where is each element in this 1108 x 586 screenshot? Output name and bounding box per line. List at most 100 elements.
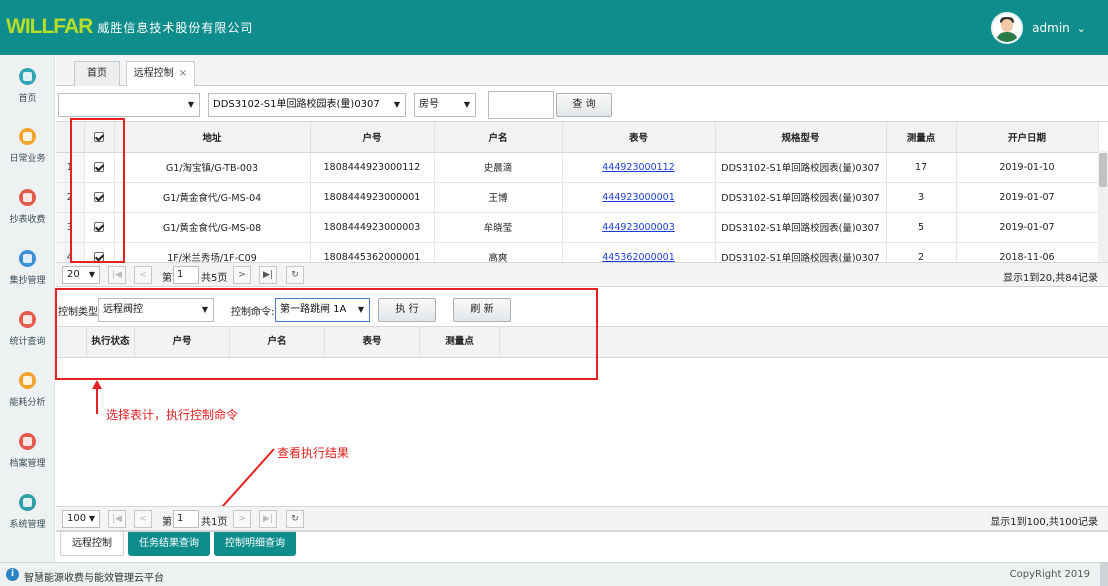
cell-point: 5 xyxy=(886,212,957,243)
cell-point: 17 xyxy=(886,152,957,183)
cell-point: 3 xyxy=(886,182,957,213)
archive-icon xyxy=(19,433,36,450)
cell-name: 高爽 xyxy=(434,242,563,262)
sidebar-item-label: 档案管理 xyxy=(9,459,46,469)
cell-point: 2 xyxy=(886,242,957,262)
sidebar-item-label: 统计查询 xyxy=(9,337,46,347)
sidebar-item-label: 抄表收费 xyxy=(9,215,46,225)
table-header-row: 地址 户号 户名 表号 规格型号 测量点 开户日期 xyxy=(56,122,1099,153)
page-input[interactable]: 1 xyxy=(173,266,199,284)
sidebar-item-4[interactable]: 统计查询 xyxy=(0,311,55,347)
home-icon xyxy=(19,68,36,85)
company-logo: WILLFAR 威胜信息技术股份有限公司 xyxy=(6,15,253,39)
chevron-down-icon[interactable]: ⌄ xyxy=(1077,22,1086,35)
info-icon: i xyxy=(6,568,19,581)
page-total: 共1页 xyxy=(201,517,228,528)
footer: i 智慧能源收费与能效管理云平台 CopyRight 2019 xyxy=(0,562,1108,586)
scrollbar-thumb[interactable] xyxy=(1099,153,1107,187)
cell-account: 1808444923000001 xyxy=(310,182,435,213)
sidebar-item-0[interactable]: 首页 xyxy=(0,68,55,104)
tab-control-detail-query[interactable]: 控制明细查询 xyxy=(214,532,296,556)
query-input[interactable] xyxy=(488,91,554,119)
arrow-head-icon xyxy=(92,380,102,389)
next-page-icon[interactable]: > xyxy=(233,510,251,528)
sidebar-item-2[interactable]: 抄表收费 xyxy=(0,189,55,225)
meter-link[interactable]: 445362000001 xyxy=(602,252,675,263)
bottom-tabs: 远程控制 任务结果查询 控制明细查询 xyxy=(56,531,1108,556)
cell-name: 牟晓莹 xyxy=(434,212,563,243)
last-page-icon[interactable]: ▶| xyxy=(259,266,277,284)
col-open-date[interactable]: 开户日期 xyxy=(956,122,1099,153)
meter-model-select[interactable]: DDS3102-S1单回路校园表(量)0307 ▼ xyxy=(208,93,406,117)
energy-icon xyxy=(19,372,36,389)
table-row[interactable]: 3 G1/黄金食代/G-MS-08 1808444923000003 牟晓莹 44492… xyxy=(56,212,1099,243)
meter-table: 地址 户号 户名 表号 规格型号 测量点 开户日期 1 G1/淘宝镇/G-TB-0… xyxy=(56,121,1108,262)
page-scrollbar[interactable] xyxy=(1100,562,1108,586)
table-row[interactable]: 2 G1/黄金食代/G-MS-04 1808444923000001 王博 444923… xyxy=(56,182,1099,213)
meter-link[interactable]: 444923000003 xyxy=(602,222,675,233)
col-name[interactable]: 户名 xyxy=(434,122,563,153)
meter-link[interactable]: 444923000112 xyxy=(602,162,675,173)
query-button[interactable]: 查 询 xyxy=(556,93,612,117)
page-size-select[interactable]: 20 ▼ xyxy=(62,266,100,284)
statistics-icon xyxy=(19,311,36,328)
record-count: 显示1到100,共100记录 xyxy=(990,517,1098,528)
col-point[interactable]: 测量点 xyxy=(886,122,957,153)
field-select[interactable]: 房号 ▼ xyxy=(414,93,476,117)
last-page-icon[interactable]: ▶| xyxy=(259,510,277,528)
cell-address: G1/黄金食代/G-MS-04 xyxy=(114,182,311,213)
caret-down-icon: ▼ xyxy=(393,100,400,109)
cell-model: DDS3102-S1单回路校园表(量)0307 xyxy=(715,212,887,243)
next-page-icon[interactable]: > xyxy=(233,266,251,284)
sidebar-item-6[interactable]: 档案管理 xyxy=(0,433,55,469)
refresh-icon[interactable]: ↻ xyxy=(286,266,304,284)
top-header: WILLFAR 威胜信息技术股份有限公司 admin ⌄ xyxy=(0,0,1108,55)
prev-page-icon[interactable]: < xyxy=(134,510,152,528)
col-meter[interactable]: 表号 xyxy=(562,122,716,153)
pager-top: 20 ▼ |◀ < 第 1 共5页 > ▶| ↻ 显示1到20,共84记录 xyxy=(56,262,1108,287)
cell-model: DDS3102-S1单回路校园表(量)0307 xyxy=(715,242,887,262)
cell-account: 1808444923000003 xyxy=(310,212,435,243)
table-row[interactable]: 1 G1/淘宝镇/G-TB-003 1808444923000112 史晨滴 44492… xyxy=(56,152,1099,183)
table-row[interactable]: 4 1F/米兰秀场/1F-C09 1808445362000001 高爽 4453620… xyxy=(56,242,1099,263)
first-page-icon[interactable]: |◀ xyxy=(108,510,126,528)
cell-address: G1/淘宝镇/G-TB-003 xyxy=(114,152,311,183)
annotation-note-result: 查看执行结果 xyxy=(277,446,350,460)
sidebar-item-5[interactable]: 能耗分析 xyxy=(0,372,55,408)
cell-name: 史晨滴 xyxy=(434,152,563,183)
logo-mark: WILLFAR xyxy=(6,15,93,38)
sidebar-item-label: 集抄管理 xyxy=(9,276,46,286)
sidebar-item-label: 日常业务 xyxy=(9,154,46,164)
sidebar-item-1[interactable]: 日常业务 xyxy=(0,128,55,164)
first-page-icon[interactable]: |◀ xyxy=(108,266,126,284)
page-total: 共5页 xyxy=(201,273,228,284)
avatar[interactable] xyxy=(991,12,1024,44)
cell-meter: 444923000001 xyxy=(562,182,716,213)
sidebar-item-7[interactable]: 系统管理 xyxy=(0,494,55,530)
page-size-select[interactable]: 100 ▼ xyxy=(62,510,100,528)
pager-bottom: 100 ▼ |◀ < 第 1 共1页 > ▶| ↻ 显示1到100,共100记录 xyxy=(56,506,1108,531)
tab-remote-control-bottom[interactable]: 远程控制 xyxy=(60,532,124,556)
sidebar-item-3[interactable]: 集抄管理 xyxy=(0,250,55,286)
page-input[interactable]: 1 xyxy=(173,510,199,528)
col-address[interactable]: 地址 xyxy=(114,122,311,153)
cell-open-date: 2019-01-07 xyxy=(956,182,1099,213)
page-label: 第 xyxy=(162,273,172,284)
tab-remote-control[interactable]: 远程控制 × xyxy=(126,61,195,87)
refresh-icon[interactable]: ↻ xyxy=(286,510,304,528)
user-menu[interactable]: admin ⌄ xyxy=(991,12,1086,44)
col-account[interactable]: 户号 xyxy=(310,122,435,153)
meter-link[interactable]: 444923000001 xyxy=(602,192,675,203)
sidebar-item-label: 系统管理 xyxy=(9,520,46,530)
tab-task-result-query[interactable]: 任务结果查询 xyxy=(128,532,210,556)
annotation-box-checkboxes xyxy=(70,118,125,263)
area-select[interactable]: ▼ xyxy=(58,93,200,117)
close-icon[interactable]: × xyxy=(179,68,187,79)
record-count: 显示1到20,共84记录 xyxy=(1003,273,1098,284)
cell-account: 1808445362000001 xyxy=(310,242,435,262)
prev-page-icon[interactable]: < xyxy=(134,266,152,284)
cell-model: DDS3102-S1单回路校园表(量)0307 xyxy=(715,152,887,183)
col-model[interactable]: 规格型号 xyxy=(715,122,887,153)
username[interactable]: admin xyxy=(1032,21,1070,35)
tab-home[interactable]: 首页 xyxy=(74,61,120,86)
